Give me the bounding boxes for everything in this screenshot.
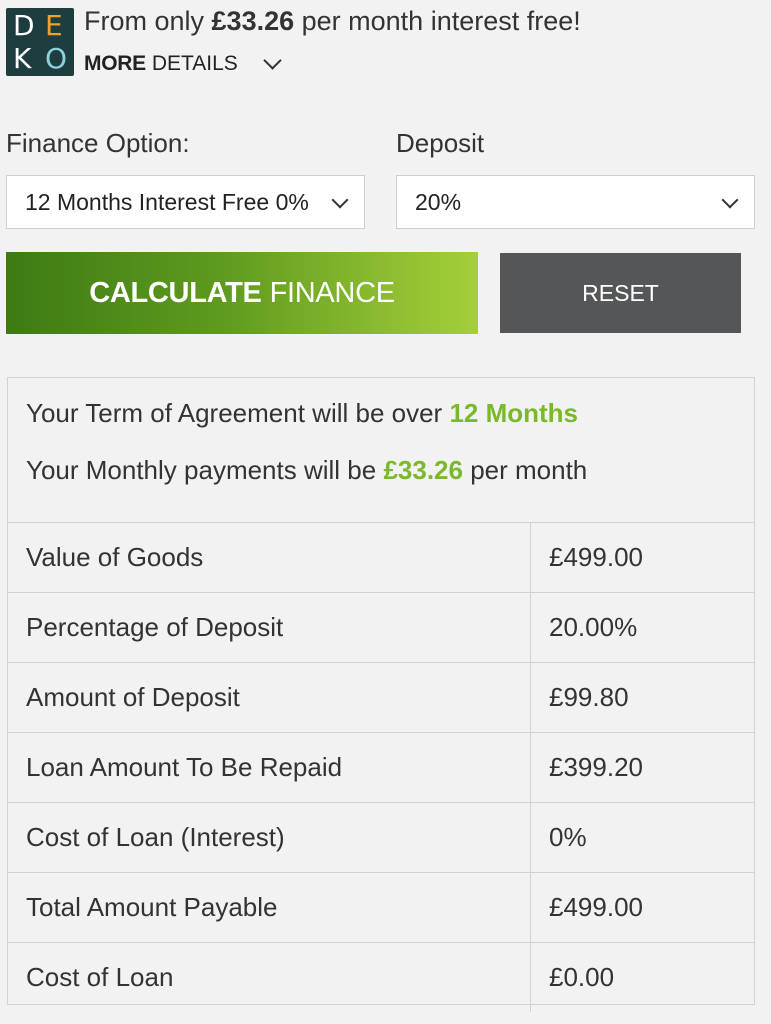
table-row: Amount of Deposit £99.80 xyxy=(8,663,754,733)
chevron-down-icon xyxy=(263,50,282,70)
term-prefix: Your Term of Agreement will be over xyxy=(26,398,450,428)
finance-option-label: Finance Option: xyxy=(6,128,190,158)
chevron-down-icon xyxy=(721,191,739,209)
monthly-line: Your Monthly payments will be £33.26 per… xyxy=(26,455,587,486)
row-label: Loan Amount To Be Repaid xyxy=(8,733,531,802)
table-row: Cost of Loan (Interest) 0% xyxy=(8,803,754,873)
deposit-label: Deposit xyxy=(396,128,485,158)
finance-table: Value of Goods £499.00 Percentage of Depo… xyxy=(8,523,754,1012)
calculate-rest: FINANCE xyxy=(269,276,395,309)
row-value: £99.80 xyxy=(549,682,629,712)
row-label: Percentage of Deposit xyxy=(8,593,531,662)
deko-logo: D E K O xyxy=(6,8,74,76)
reset-button[interactable]: RESET xyxy=(500,253,741,333)
logo-letter-d: D xyxy=(13,9,35,42)
deposit-value: 20% xyxy=(415,189,462,215)
finance-results-panel: Your Term of Agreement will be over 12 M… xyxy=(7,377,755,1012)
deposit-select[interactable]: 20% xyxy=(396,175,755,229)
logo-letter-e: E xyxy=(45,9,63,42)
more-details-toggle[interactable]: MORE DETAILS xyxy=(84,50,282,76)
table-row: Cost of Loan £0.00 xyxy=(8,943,754,1012)
calculate-bold: CALCULATE xyxy=(89,276,262,309)
row-value: £499.00 xyxy=(549,892,643,922)
row-label: Value of Goods xyxy=(8,523,531,592)
logo-letter-o: O xyxy=(45,42,68,75)
term-value: 12 Months xyxy=(449,398,579,428)
headline-prefix: From only xyxy=(84,6,212,36)
table-row: Total Amount Payable £499.00 xyxy=(8,873,754,943)
row-label: Total Amount Payable xyxy=(8,873,531,942)
calculate-finance-button[interactable]: CALCULATE FINANCE xyxy=(6,252,478,334)
row-value: £399.20 xyxy=(549,752,643,782)
row-label: Cost of Loan xyxy=(8,943,531,1012)
headline-suffix: per month interest free! xyxy=(294,6,581,36)
finance-option-select[interactable]: 12 Months Interest Free 0% xyxy=(6,175,365,229)
row-value: £0.00 xyxy=(549,962,615,992)
row-value: 20.00% xyxy=(549,612,638,642)
row-label: Amount of Deposit xyxy=(8,663,531,732)
table-row: Percentage of Deposit 20.00% xyxy=(8,593,754,663)
row-value: 0% xyxy=(549,822,587,852)
logo-letter-k: K xyxy=(13,42,32,75)
monthly-suffix: per month xyxy=(462,455,588,485)
table-row: Value of Goods £499.00 xyxy=(8,523,754,593)
more-details-bold: MORE xyxy=(84,52,146,75)
row-value: £499.00 xyxy=(549,542,643,572)
finance-headline: From only £33.26 per month interest free… xyxy=(84,6,581,37)
finance-summary: Your Term of Agreement will be over 12 M… xyxy=(8,378,754,523)
row-label: Cost of Loan (Interest) xyxy=(8,803,531,872)
term-line: Your Term of Agreement will be over 12 M… xyxy=(26,398,578,429)
chevron-down-icon xyxy=(331,191,349,209)
finance-header: D E K O From only £33.26 per month inter… xyxy=(6,6,766,78)
monthly-value: £33.26 xyxy=(383,455,463,485)
table-row: Loan Amount To Be Repaid £399.20 xyxy=(8,733,754,803)
more-details-rest: DETAILS xyxy=(151,52,238,75)
finance-option-value: 12 Months Interest Free 0% xyxy=(25,189,309,215)
headline-amount: £33.26 xyxy=(211,6,295,36)
monthly-prefix: Your Monthly payments will be xyxy=(26,455,384,485)
